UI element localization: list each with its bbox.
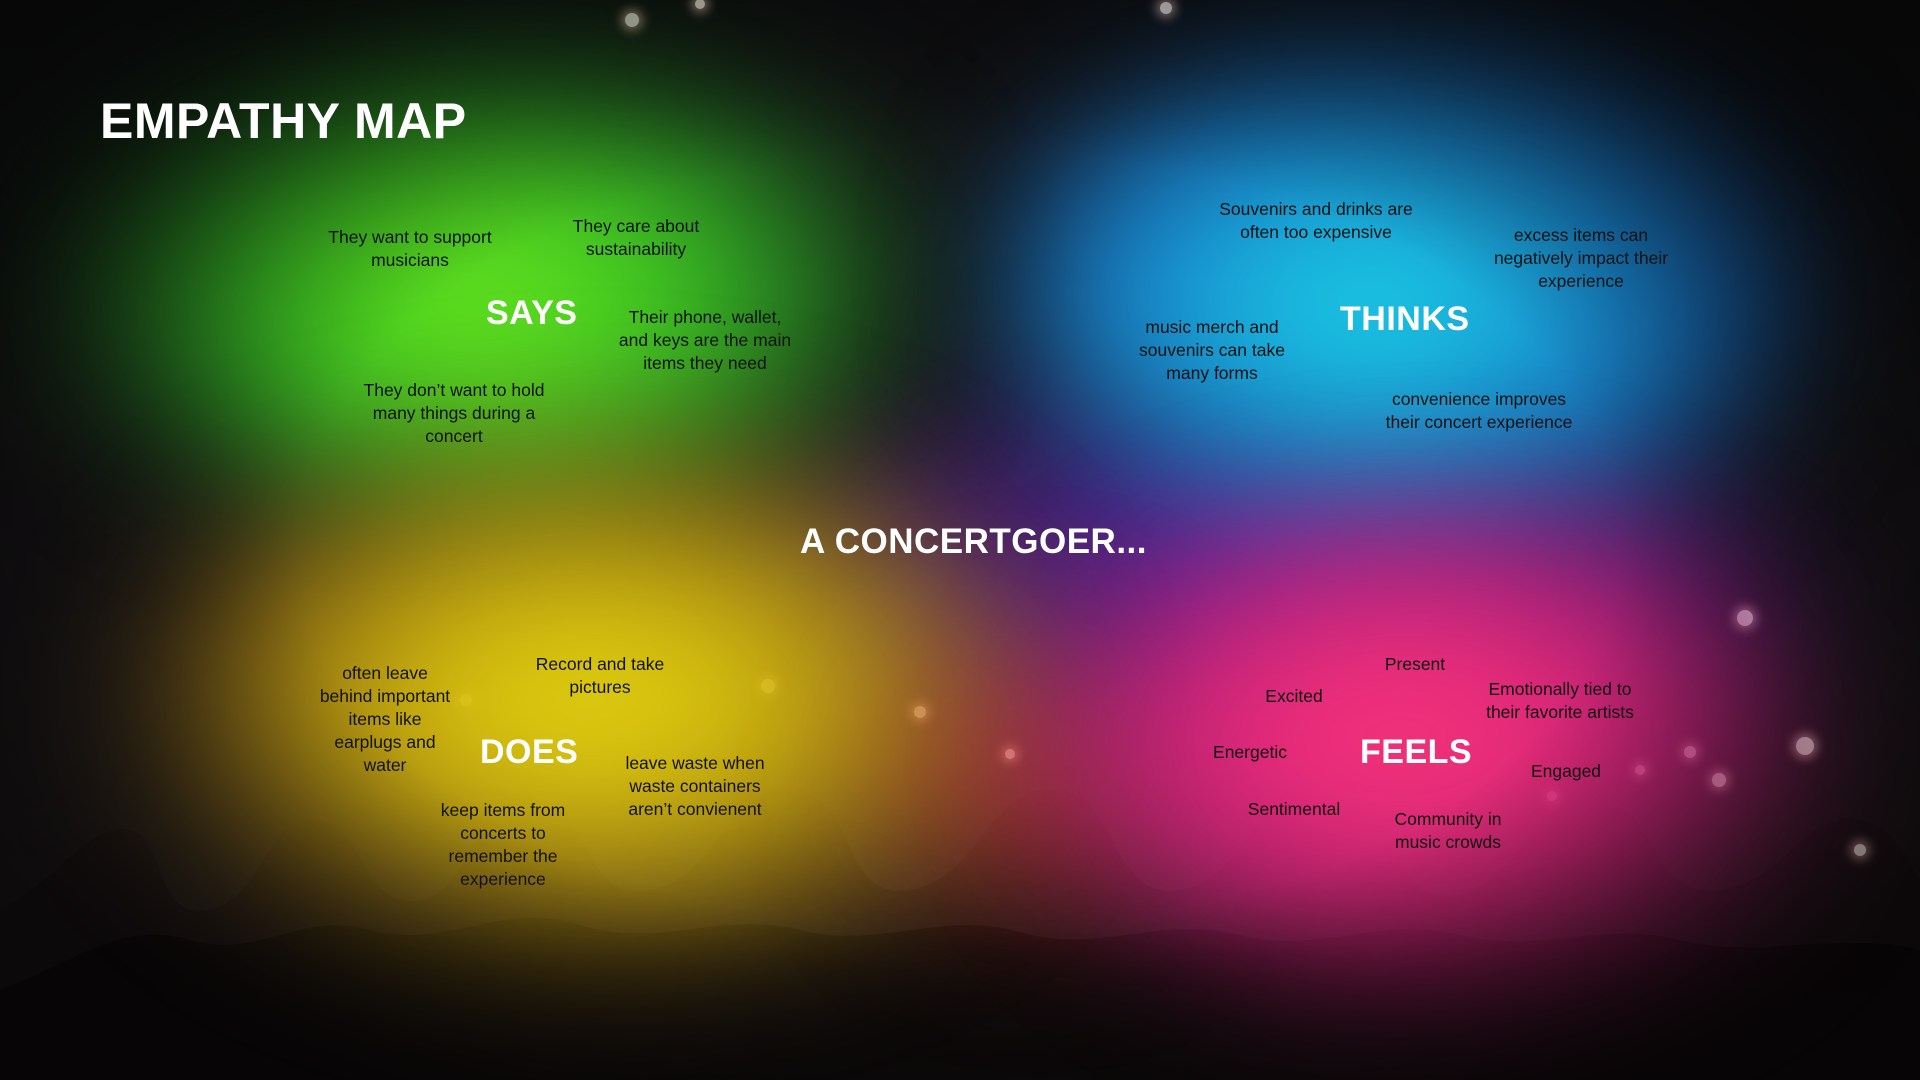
- does-label: DOES: [480, 733, 579, 771]
- says-label: SAYS: [486, 294, 578, 332]
- thinks-note: convenience improves their concert exper…: [1385, 389, 1573, 432]
- thinks-label: THINKS: [1340, 300, 1470, 338]
- thinks-note: Souvenirs and drinks are often too expen…: [1219, 199, 1413, 242]
- feels-note: Energetic: [1213, 742, 1287, 762]
- says-note: They want to support musicians: [328, 227, 492, 270]
- thinks-note: excess items can negatively impact their…: [1493, 225, 1669, 291]
- feels-note: Emotionally tied to their favorite artis…: [1486, 679, 1634, 722]
- says-note: They don’t want to hold many things duri…: [363, 380, 545, 446]
- empathy-map-canvas: EMPATHY MAP A CONCERTGOER... SAYS They w…: [0, 0, 1920, 1080]
- does-note: often leave behind important items like …: [319, 663, 451, 775]
- says-note: Their phone, wallet, and keys are the ma…: [618, 307, 792, 373]
- subject-label: A CONCERTGOER...: [800, 522, 1147, 561]
- feels-note: Sentimental: [1247, 799, 1341, 819]
- says-note: They care about sustainability: [572, 216, 700, 259]
- does-note: Record and take pictures: [535, 654, 665, 697]
- page-title: EMPATHY MAP: [100, 93, 467, 149]
- feels-note: Excited: [1265, 686, 1323, 706]
- does-note: keep items from concerts to remember the…: [440, 800, 566, 889]
- does-note: leave waste when waste containers aren’t…: [625, 753, 765, 819]
- feels-label: FEELS: [1360, 733, 1473, 771]
- feels-note: Community in music crowds: [1394, 809, 1502, 852]
- feels-note: Engaged: [1530, 761, 1602, 781]
- thinks-note: music merch and souvenirs can take many …: [1139, 317, 1285, 383]
- feels-note: Present: [1384, 654, 1446, 674]
